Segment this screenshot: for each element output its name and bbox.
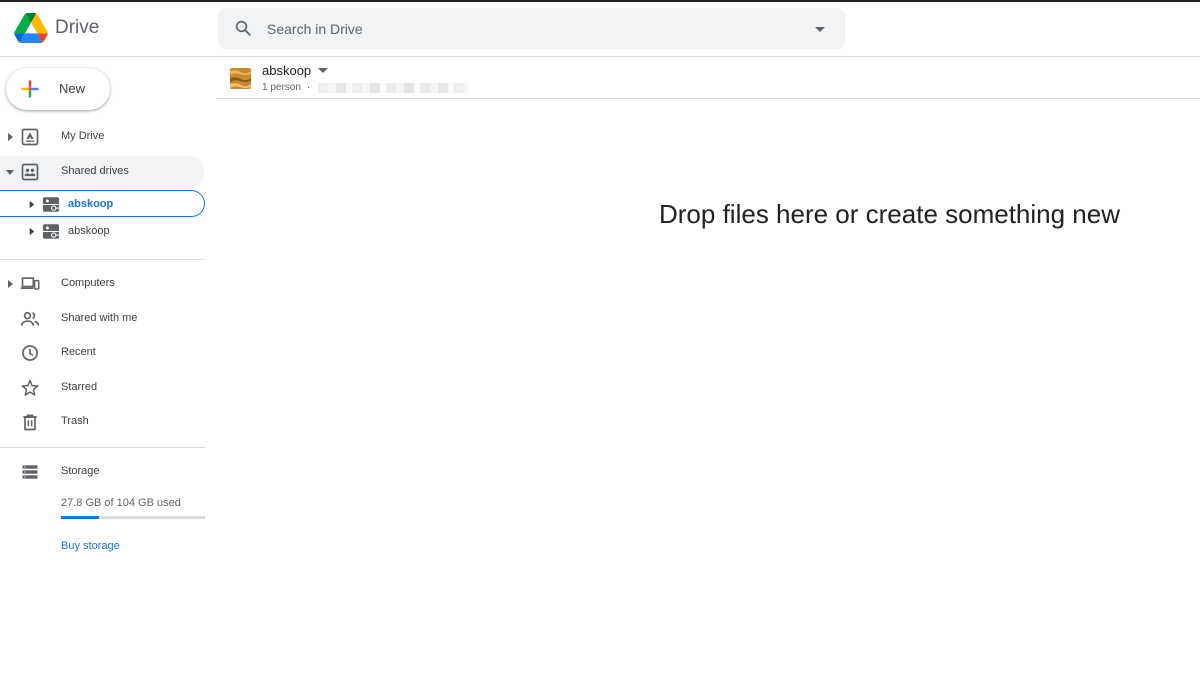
top-bar: Drive [0, 2, 1200, 57]
storage-icon [22, 465, 38, 479]
app-name: Drive [55, 17, 100, 38]
redacted-text [318, 82, 469, 93]
people-icon [20, 311, 40, 326]
plus-icon [21, 80, 39, 98]
shared-drive-header: abskoop 1 person · [217, 58, 1200, 99]
storage-progress-bar [61, 516, 205, 519]
shared-drive-icon [42, 197, 60, 212]
drive-name-menu[interactable]: abskoop [262, 63, 329, 78]
new-button-label: New [59, 81, 86, 96]
expand-arrow-icon[interactable] [27, 199, 36, 210]
drive-meta: 1 person · [262, 82, 469, 93]
sidebar-item-label: Trash [61, 415, 89, 427]
storage-progress-fill [61, 516, 100, 519]
sidebar-item-label: Shared drives [61, 165, 129, 177]
drive-logo-icon [14, 13, 48, 43]
sidebar-item-storage[interactable]: Storage [0, 456, 204, 488]
shared-drive-label: abskoop [68, 198, 114, 210]
buy-storage-link[interactable]: Buy storage [61, 540, 120, 552]
sidebar-item-label: Recent [61, 346, 96, 358]
shared-drive-icon [42, 224, 60, 239]
sidebar-item-starred[interactable]: Starred [0, 372, 204, 404]
new-button[interactable]: New [6, 68, 110, 110]
sidebar-item-label: Shared with me [61, 312, 138, 324]
search-options-dropdown-icon[interactable] [812, 22, 828, 36]
shared-drives-icon [21, 163, 39, 181]
search-input[interactable] [267, 8, 787, 49]
member-count[interactable]: 1 person [262, 82, 301, 93]
sidebar-item-my-drive[interactable]: My Drive [0, 121, 204, 153]
sidebar-item-recent[interactable]: Recent [0, 337, 204, 369]
my-drive-icon [21, 128, 39, 146]
star-icon [21, 379, 39, 396]
sidebar-item-shared-with-me[interactable]: Shared with me [0, 303, 204, 335]
caret-down-icon [318, 67, 329, 73]
empty-state-message: Drop files here or create something new [659, 199, 1121, 229]
clock-icon [22, 345, 38, 361]
storage-usage-text: 27.8 GB of 104 GB used [61, 497, 181, 509]
sidebar-item-label: Starred [61, 381, 98, 393]
collapse-arrow-icon[interactable] [5, 166, 15, 178]
sidebar-item-label: Computers [61, 277, 115, 289]
drive-name: abskoop [262, 63, 312, 78]
shared-drive-item[interactable]: abskoop [0, 218, 205, 245]
expand-arrow-icon[interactable] [27, 226, 36, 237]
meta-separator: · [306, 82, 311, 93]
expand-arrow-icon[interactable] [5, 131, 15, 143]
sidebar: New My Drive Shared drives abskoop absko… [0, 58, 210, 688]
computers-icon [20, 277, 40, 290]
sidebar-item-label: My Drive [61, 130, 105, 142]
sidebar-divider [0, 447, 205, 448]
sidebar-item-computers[interactable]: Computers [0, 268, 204, 300]
shared-drive-thumbnail [230, 68, 251, 89]
search-icon[interactable] [234, 19, 252, 37]
expand-arrow-icon[interactable] [5, 278, 15, 290]
sidebar-item-trash[interactable]: Trash [0, 406, 204, 438]
sidebar-item-label: Storage [61, 465, 100, 477]
drive-logo[interactable]: Drive [14, 13, 99, 43]
sidebar-divider [0, 259, 205, 260]
shared-drive-label: abskoop [68, 225, 110, 237]
shared-drive-item[interactable]: abskoop [0, 190, 205, 217]
trash-icon [23, 414, 37, 431]
sidebar-item-shared-drives[interactable]: Shared drives [0, 156, 204, 188]
search-bar[interactable] [218, 8, 845, 49]
